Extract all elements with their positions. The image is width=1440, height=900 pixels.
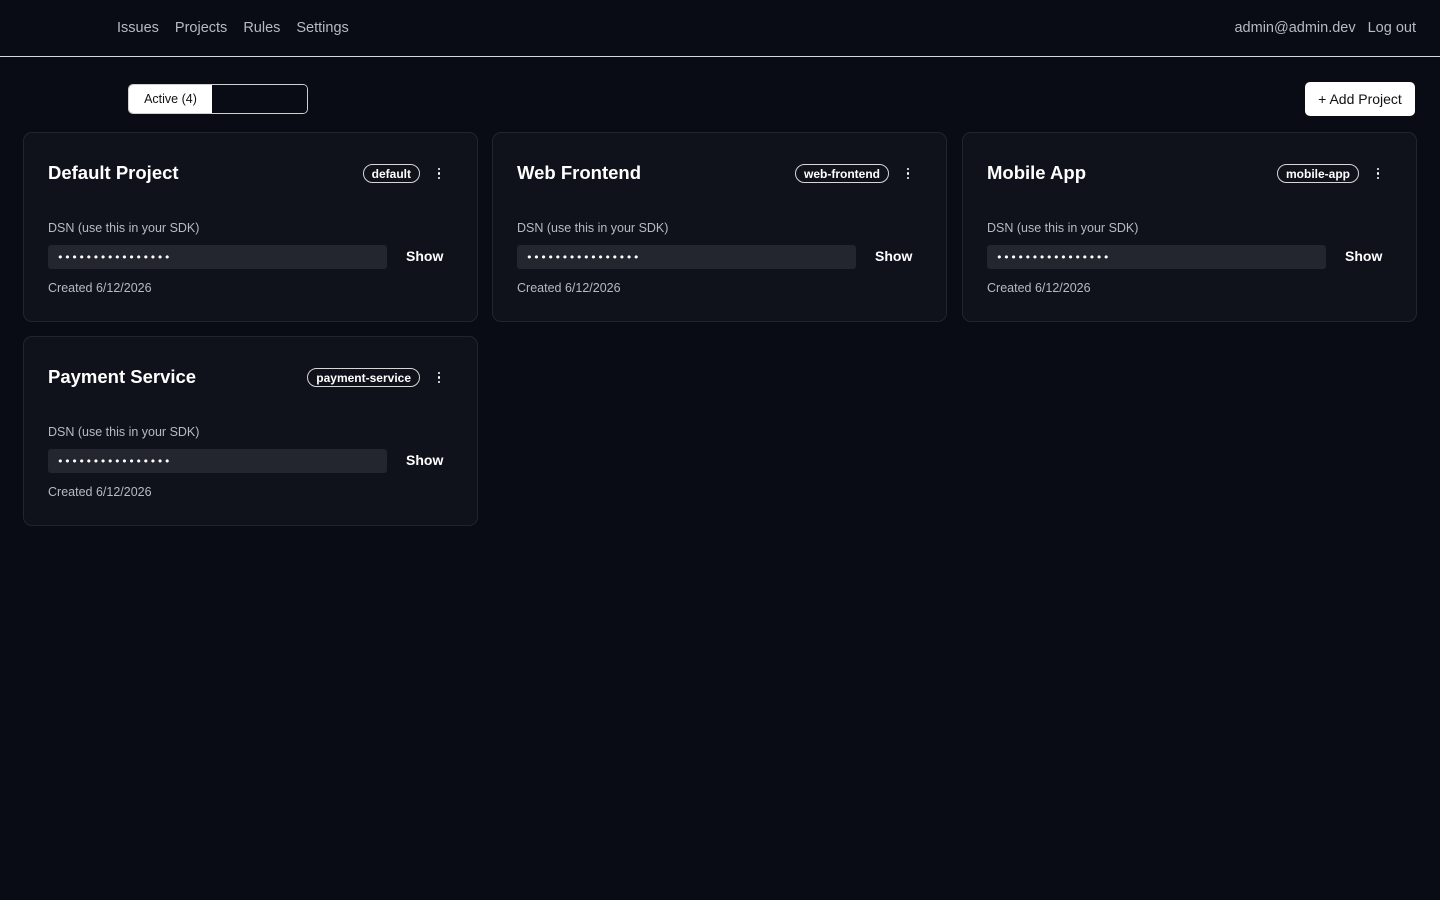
project-name: Payment Service bbox=[48, 366, 197, 387]
project-name: Web Frontend bbox=[517, 162, 642, 183]
dsn-label: DSN (use this in your SDK) bbox=[48, 425, 200, 439]
dsn-label: DSN (use this in your SDK) bbox=[517, 221, 669, 235]
more-vertical-icon[interactable] bbox=[1373, 166, 1383, 182]
add-project-button[interactable]: + Add Project bbox=[1305, 82, 1415, 116]
nav-issues[interactable]: Issues bbox=[117, 18, 159, 38]
filter-active-tab[interactable]: Active (4) bbox=[129, 85, 212, 113]
show-dsn-button[interactable]: Show bbox=[875, 248, 912, 264]
project-name: Default Project bbox=[48, 162, 179, 183]
show-dsn-button[interactable]: Show bbox=[406, 452, 443, 468]
more-vertical-icon[interactable] bbox=[434, 370, 444, 386]
project-card: Payment Service payment-service DSN (use… bbox=[23, 336, 478, 526]
nav-settings[interactable]: Settings bbox=[296, 18, 348, 38]
project-slug-badge: web-frontend bbox=[795, 164, 889, 183]
show-dsn-button[interactable]: Show bbox=[406, 248, 443, 264]
dsn-field[interactable]: •••••••••••••••• bbox=[517, 245, 856, 269]
project-card: Web Frontend web-frontend DSN (use this … bbox=[492, 132, 947, 322]
dsn-field[interactable]: •••••••••••••••• bbox=[987, 245, 1326, 269]
created-date: Created 6/12/2026 bbox=[517, 281, 621, 295]
project-slug-badge: payment-service bbox=[307, 368, 420, 387]
project-slug-badge: default bbox=[362, 164, 420, 183]
created-date: Created 6/12/2026 bbox=[987, 281, 1091, 295]
project-status-filter: Active (4) bbox=[128, 84, 308, 114]
logout-link[interactable]: Log out bbox=[1368, 18, 1416, 38]
user-menu: admin@admin.dev Log out bbox=[1234, 18, 1416, 38]
project-card: Default Project default DSN (use this in… bbox=[23, 132, 478, 322]
show-dsn-button[interactable]: Show bbox=[1345, 248, 1382, 264]
filter-archived-tab[interactable] bbox=[212, 85, 307, 113]
user-email: admin@admin.dev bbox=[1234, 20, 1356, 36]
top-navigation-bar: Issues Projects Rules Settings admin@adm… bbox=[0, 0, 1440, 57]
dsn-field[interactable]: •••••••••••••••• bbox=[48, 245, 387, 269]
more-vertical-icon[interactable] bbox=[434, 166, 444, 182]
created-date: Created 6/12/2026 bbox=[48, 485, 152, 499]
dsn-field[interactable]: •••••••••••••••• bbox=[48, 449, 387, 473]
dsn-label: DSN (use this in your SDK) bbox=[48, 221, 200, 235]
project-name: Mobile App bbox=[987, 162, 1086, 183]
projects-grid: Default Project default DSN (use this in… bbox=[23, 132, 1417, 526]
nav-projects[interactable]: Projects bbox=[175, 18, 227, 38]
project-card: Mobile App mobile-app DSN (use this in y… bbox=[962, 132, 1417, 322]
dsn-label: DSN (use this in your SDK) bbox=[987, 221, 1139, 235]
more-vertical-icon[interactable] bbox=[903, 166, 913, 182]
created-date: Created 6/12/2026 bbox=[48, 281, 152, 295]
main-nav: Issues Projects Rules Settings bbox=[117, 18, 349, 38]
project-slug-badge: mobile-app bbox=[1276, 164, 1359, 183]
nav-rules[interactable]: Rules bbox=[243, 18, 280, 38]
